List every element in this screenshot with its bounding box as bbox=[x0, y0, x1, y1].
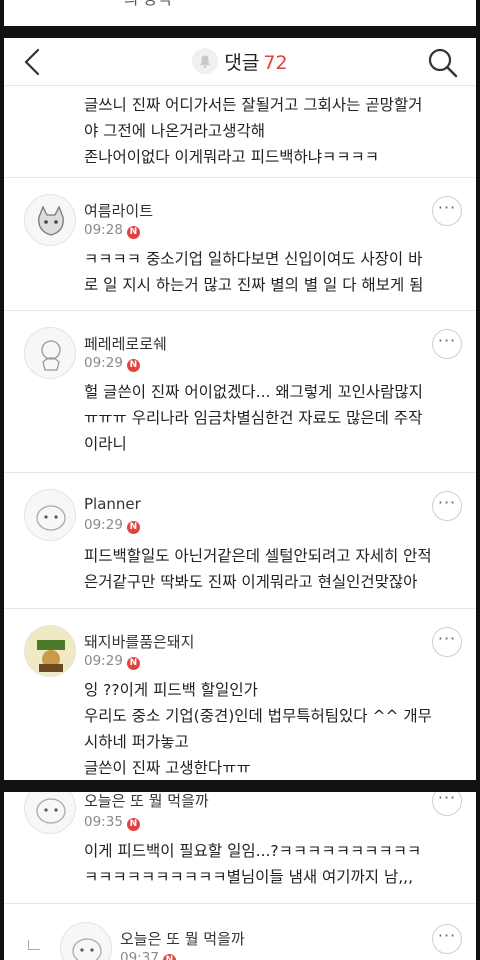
comment-text: 잉 ??이게 피드백 할일인가 우리도 중소 기업(중견)인데 법무특허팀있다 … bbox=[84, 681, 432, 777]
page-title: 댓글 72 bbox=[4, 48, 476, 75]
comment-time: 09:28 bbox=[84, 222, 123, 238]
more-button[interactable]: ··· bbox=[432, 924, 462, 954]
comment-meta: 09:29 N bbox=[84, 517, 140, 534]
comment-continuation: 글쓰니 진짜 어디가서든 잘될거고 그회사는 곧망할거 야 그전에 나온거라고생… bbox=[4, 86, 476, 178]
comment-item: 여름라이트 09:28 N ··· ㅋㅋㅋㅋ 중소기업 일하다보면 신입이여도 사… bbox=[4, 178, 476, 311]
comment-time: 09:37 bbox=[120, 950, 159, 960]
more-button[interactable]: ··· bbox=[432, 792, 462, 816]
comment-time: 09:29 bbox=[84, 653, 123, 669]
new-badge-icon: N bbox=[126, 359, 140, 372]
avatar[interactable] bbox=[24, 327, 76, 379]
previous-screenshot-fragment: 의 방식 bbox=[4, 0, 476, 26]
comment-item: 오늘은 또 뭘 먹을까 09:35 N ··· 이게 피드백이 필요할 일임...… bbox=[4, 792, 476, 904]
comments-screen: 댓글 72 글쓰니 진짜 어디가서든 잘될거고 그회사는 곧망할거 야 그전에 나… bbox=[4, 38, 476, 780]
fragment-text: 의 방식 bbox=[124, 0, 172, 12]
comment-text: 이게 피드백이 필요할 일임...?ㅋㅋㅋㅋㅋㅋㅋㅋㅋㅋ ㅋㅋㅋㅋㅋㅋㅋㅋㅋㅋ별… bbox=[84, 842, 422, 886]
avatar[interactable] bbox=[24, 625, 76, 677]
comment-author[interactable]: 오늘은 또 뭘 먹을까 bbox=[120, 928, 245, 949]
comment-author[interactable]: 페레레로로쉐 bbox=[84, 333, 167, 354]
comments-screen-continued: 오늘은 또 뭘 먹을까 09:35 N ··· 이게 피드백이 필요할 일임...… bbox=[4, 792, 476, 960]
avatar[interactable] bbox=[60, 922, 112, 960]
new-badge-icon: N bbox=[162, 954, 176, 960]
comment-meta: 09:28 N bbox=[84, 222, 140, 239]
comment-author[interactable]: 돼지바를품은돼지 bbox=[84, 631, 194, 652]
search-icon[interactable] bbox=[426, 46, 460, 80]
more-button[interactable]: ··· bbox=[432, 627, 462, 657]
reply-arrow-icon bbox=[28, 940, 40, 950]
new-badge-icon: N bbox=[126, 818, 140, 831]
comment-time: 09:29 bbox=[84, 517, 123, 533]
more-button[interactable]: ··· bbox=[432, 491, 462, 521]
title-label: 댓글 bbox=[224, 52, 260, 74]
comment-item: 돼지바를품은돼지 09:29 N ··· 잉 ??이게 피드백 할일인가 우리도 … bbox=[4, 609, 476, 780]
comment-time: 09:35 bbox=[84, 814, 123, 830]
comment-text: ㅋㅋㅋㅋ 중소기업 일하다보면 신입이여도 사장이 바 로 일 지시 하는거 많… bbox=[84, 250, 424, 294]
comment-author[interactable]: Planner bbox=[84, 495, 141, 513]
comment-meta: 09:37 N bbox=[120, 950, 176, 960]
avatar[interactable] bbox=[24, 194, 76, 246]
bell-icon bbox=[192, 48, 219, 74]
comment-text: 피드백할일도 아닌거같은데 셀털안되려고 자세히 안적 은거같구만 딱봐도 진짜… bbox=[84, 547, 432, 591]
comment-meta: 09:35 N bbox=[84, 814, 140, 831]
more-button[interactable]: ··· bbox=[432, 329, 462, 359]
comment-text: 글쓰니 진짜 어디가서든 잘될거고 그회사는 곧망할거 야 그전에 나온거라고생… bbox=[84, 96, 423, 166]
comment-meta: 09:29 N bbox=[84, 355, 140, 372]
comment-time: 09:29 bbox=[84, 355, 123, 371]
new-badge-icon: N bbox=[126, 657, 140, 670]
comment-item: Planner 09:29 N ··· 피드백할일도 아닌거같은데 셀털안되려고 … bbox=[4, 473, 476, 609]
comment-meta: 09:29 N bbox=[84, 653, 140, 670]
comment-text: 헐 글쓴이 진짜 어이없겠다... 왜그렇게 꼬인사람많지 ㅠㅠㅠ 우리나라 임… bbox=[84, 383, 423, 453]
new-badge-icon: N bbox=[126, 521, 140, 534]
comment-count: 72 bbox=[263, 52, 288, 74]
avatar[interactable] bbox=[24, 489, 76, 541]
comment-author[interactable]: 오늘은 또 뭘 먹을까 bbox=[84, 792, 209, 811]
comment-item: 페레레로로쉐 09:29 N ··· 헐 글쓴이 진짜 어이없겠다... 왜그렇게… bbox=[4, 311, 476, 473]
reply-item: 오늘은 또 뭘 먹을까 09:37 N ··· bbox=[4, 904, 476, 960]
more-button[interactable]: ··· bbox=[432, 196, 462, 226]
comment-author[interactable]: 여름라이트 bbox=[84, 200, 153, 221]
comments-header: 댓글 72 bbox=[4, 38, 476, 86]
new-badge-icon: N bbox=[126, 226, 140, 239]
avatar[interactable] bbox=[24, 792, 76, 834]
